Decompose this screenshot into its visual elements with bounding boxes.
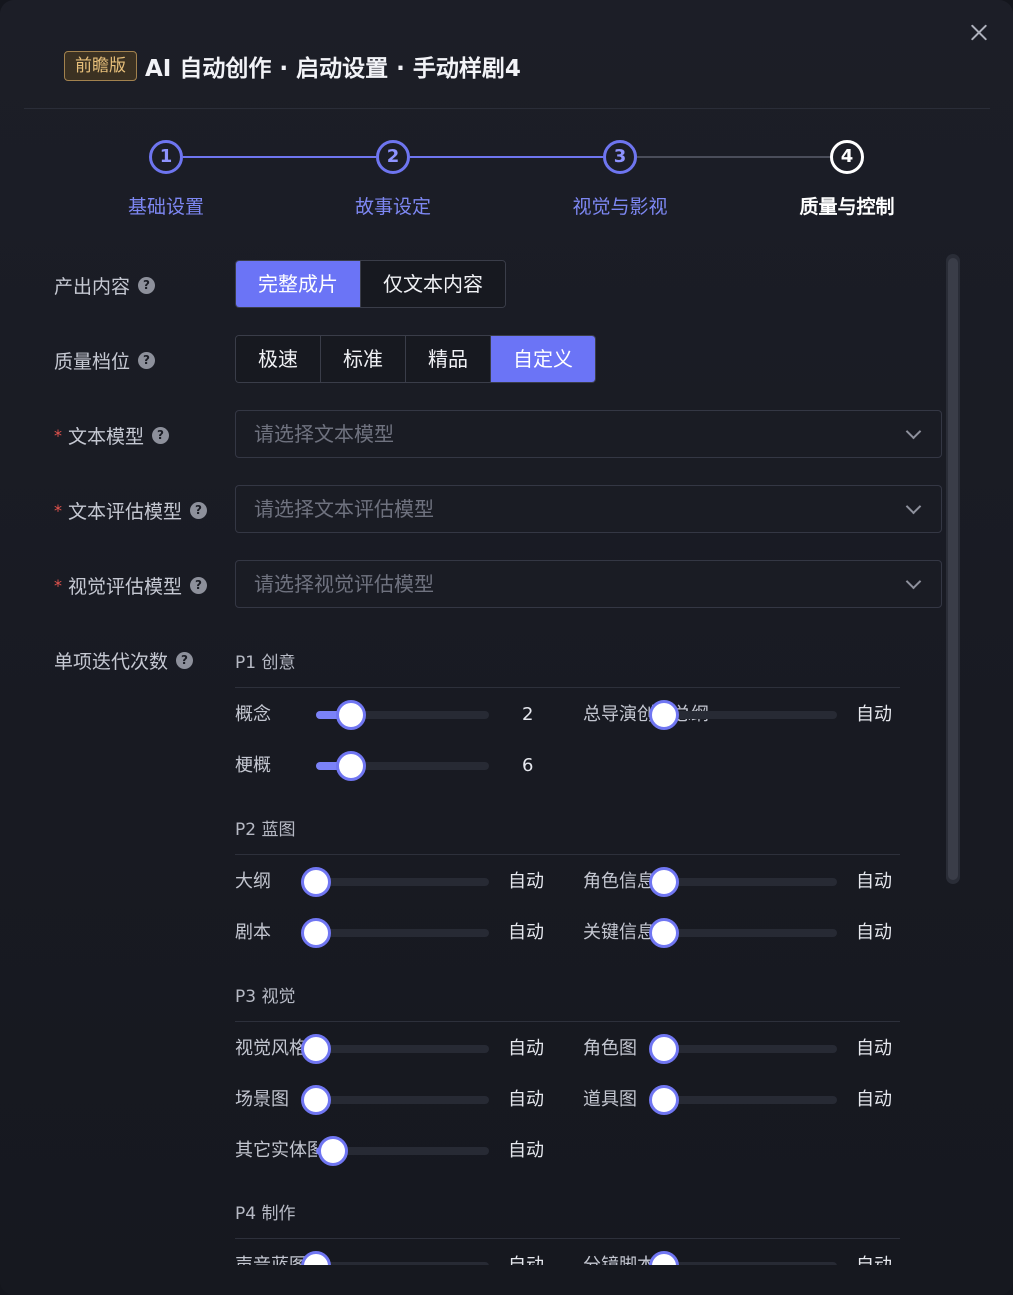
slider-value: 自动 — [508, 1038, 544, 1059]
slider-track[interactable] — [664, 929, 837, 937]
slider-handle[interactable] — [649, 700, 679, 730]
quality-tier-label: 质量档位 ? — [54, 346, 156, 374]
slider-track[interactable] — [316, 1096, 489, 1104]
step-1-circle[interactable]: 1 — [149, 140, 183, 174]
slider-handle[interactable] — [301, 918, 331, 948]
step-connector-3 — [637, 156, 830, 158]
iteration-group-divider — [235, 854, 900, 855]
question-icon[interactable]: ? — [190, 501, 208, 519]
slider-handle[interactable] — [318, 1136, 349, 1166]
slider-value: 自动 — [856, 1089, 892, 1110]
slider-value: 自动 — [508, 1089, 544, 1110]
slider-track[interactable] — [316, 929, 489, 937]
step-2-circle[interactable]: 2 — [376, 140, 410, 174]
visual-eval-model-select[interactable]: 请选择视觉评估模型 — [235, 560, 942, 608]
slider-track[interactable] — [316, 878, 489, 886]
step-connector-2 — [410, 156, 603, 158]
quality-option-fast[interactable]: 极速 — [236, 336, 321, 382]
slider-value: 自动 — [856, 704, 892, 725]
output-option-text-only[interactable]: 仅文本内容 — [361, 261, 505, 307]
slider-track[interactable] — [664, 1262, 837, 1265]
slider-track[interactable] — [316, 1045, 489, 1053]
iteration-group-divider — [235, 1021, 900, 1022]
question-icon[interactable]: ? — [138, 276, 156, 294]
iteration-group-divider — [235, 687, 900, 688]
required-mark: * — [54, 425, 62, 445]
quality-tier-segmented: 极速 标准 精品 自定义 — [235, 335, 596, 383]
slider-label: 概念 — [235, 704, 271, 725]
question-icon[interactable]: ? — [190, 576, 208, 594]
slider-handle[interactable] — [301, 1085, 331, 1115]
step-3-label[interactable]: 视觉与影视 — [540, 192, 700, 219]
slider-handle[interactable] — [649, 1085, 679, 1115]
slider-label: 梗概 — [235, 755, 271, 776]
slider-value: 自动 — [508, 1140, 544, 1161]
question-icon[interactable]: ? — [138, 351, 156, 369]
text-model-label-text: 文本模型 — [68, 425, 145, 448]
iteration-group-title: P2 蓝图 — [235, 820, 296, 840]
stepper: 1 2 3 4 基础设置 故事设定 视觉与影视 质量与控制 — [0, 0, 1013, 230]
slider-handle[interactable] — [335, 751, 366, 781]
slider-value: 自动 — [856, 1253, 892, 1265]
text-eval-model-label: * 文本评估模型 ? — [54, 496, 208, 524]
output-option-full-video[interactable]: 完整成片 — [236, 261, 361, 307]
output-content-segmented: 完整成片 仅文本内容 — [235, 260, 506, 308]
quality-option-custom[interactable]: 自定义 — [491, 336, 595, 382]
required-mark: * — [54, 500, 62, 520]
slider-label: 其它实体图 — [235, 1140, 317, 1161]
quality-option-premium[interactable]: 精品 — [406, 336, 491, 382]
slider-handle[interactable] — [301, 867, 331, 897]
iteration-group-divider — [235, 1238, 900, 1239]
scrollbar-thumb[interactable] — [948, 258, 958, 880]
slider-track[interactable] — [664, 1045, 837, 1053]
slider-handle[interactable] — [335, 700, 366, 730]
slider-track[interactable] — [316, 1262, 489, 1265]
quality-option-standard[interactable]: 标准 — [321, 336, 406, 382]
chevron-down-icon — [905, 423, 922, 440]
slider-track[interactable] — [664, 711, 837, 719]
settings-dialog: 前瞻版 AI 自动创作 · 启动设置 · 手动样剧4 1 2 3 4 基础设置 … — [0, 0, 1013, 1295]
slider-value: 自动 — [508, 922, 544, 943]
step-4-label[interactable]: 质量与控制 — [767, 192, 927, 219]
text-eval-model-placeholder: 请选择文本评估模型 — [254, 497, 434, 521]
step-1-label[interactable]: 基础设置 — [86, 192, 246, 219]
step-4-circle[interactable]: 4 — [830, 140, 864, 174]
slider-value: 自动 — [508, 871, 544, 892]
text-eval-model-label-text: 文本评估模型 — [68, 500, 183, 523]
slider-handle[interactable] — [649, 1034, 679, 1064]
visual-eval-model-label: * 视觉评估模型 ? — [54, 571, 208, 599]
slider-value: 2 — [522, 704, 534, 725]
output-content-label: 产出内容 ? — [54, 271, 156, 299]
chevron-down-icon — [905, 498, 922, 515]
text-model-placeholder: 请选择文本模型 — [254, 422, 394, 446]
step-2-label[interactable]: 故事设定 — [313, 192, 473, 219]
slider-handle[interactable] — [301, 1034, 331, 1064]
iteration-group-title: P1 创意 — [235, 653, 296, 673]
step-connector-1 — [183, 156, 376, 158]
slider-value: 自动 — [508, 1253, 544, 1265]
visual-eval-model-placeholder: 请选择视觉评估模型 — [254, 572, 434, 596]
text-model-label: * 文本模型 ? — [54, 421, 170, 449]
text-model-select[interactable]: 请选择文本模型 — [235, 410, 942, 458]
chevron-down-icon — [905, 573, 922, 590]
slider-value: 自动 — [856, 922, 892, 943]
iteration-sliders: P1 创意 概念 2 总导演创作总纲 自动 梗概 6 P2 蓝图 大纲 自动 角色信息 自动 剧本 自动关… — [0, 630, 1013, 1265]
text-eval-model-select[interactable]: 请选择文本评估模型 — [235, 485, 942, 533]
slider-value: 6 — [522, 755, 534, 776]
required-mark: * — [54, 575, 62, 595]
iteration-group-title: P3 视觉 — [235, 987, 296, 1007]
slider-handle[interactable] — [649, 867, 679, 897]
slider-track[interactable] — [664, 1096, 837, 1104]
slider-value: 自动 — [856, 1038, 892, 1059]
slider-value: 自动 — [856, 871, 892, 892]
slider-handle[interactable] — [649, 918, 679, 948]
quality-tier-label-text: 质量档位 — [54, 350, 131, 373]
slider-track[interactable] — [664, 878, 837, 886]
output-content-label-text: 产出内容 — [54, 275, 131, 298]
step-3-circle[interactable]: 3 — [603, 140, 637, 174]
visual-eval-model-label-text: 视觉评估模型 — [68, 575, 183, 598]
iteration-group-title: P4 制作 — [235, 1204, 296, 1224]
question-icon[interactable]: ? — [152, 426, 170, 444]
